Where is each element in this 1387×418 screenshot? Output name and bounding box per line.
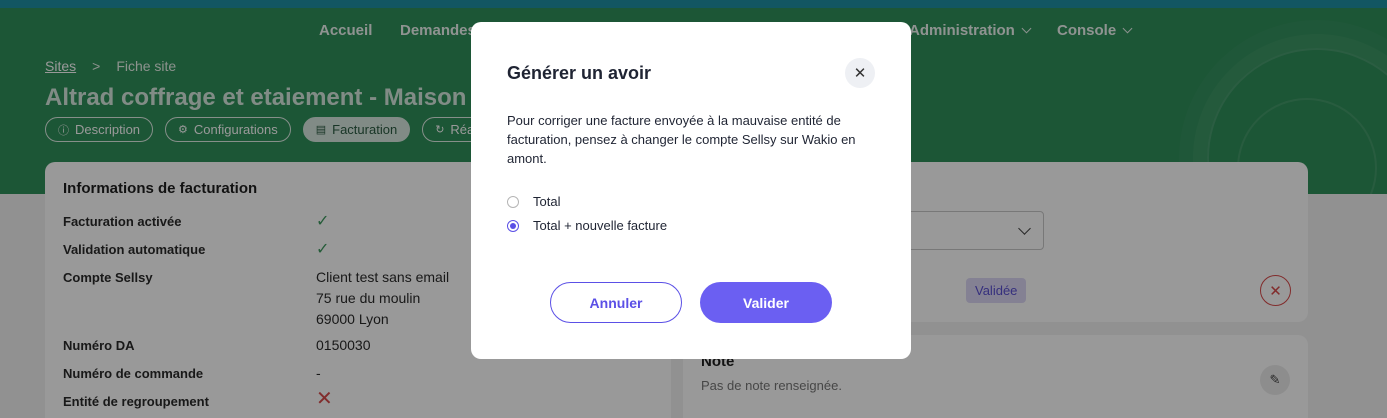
credit-note-modal: Générer un avoir ✕ Pour corriger une fac… xyxy=(471,22,911,359)
close-icon: ✕ xyxy=(853,65,867,82)
modal-description: Pour corriger une facture envoyée à la m… xyxy=(507,113,856,166)
option-total-new-invoice[interactable]: Total + nouvelle facture xyxy=(507,218,667,233)
modal-close-button[interactable]: ✕ xyxy=(845,58,875,88)
radio-button-selected[interactable] xyxy=(507,219,519,232)
option-label: Total + nouvelle facture xyxy=(533,218,668,233)
cancel-button[interactable]: Annuler xyxy=(550,282,682,323)
option-label: Total xyxy=(533,194,561,209)
radio-button[interactable] xyxy=(507,195,519,208)
validate-button[interactable]: Valider xyxy=(700,282,832,323)
option-total[interactable]: Total xyxy=(507,194,560,209)
modal-title: Générer un avoir xyxy=(507,63,652,83)
